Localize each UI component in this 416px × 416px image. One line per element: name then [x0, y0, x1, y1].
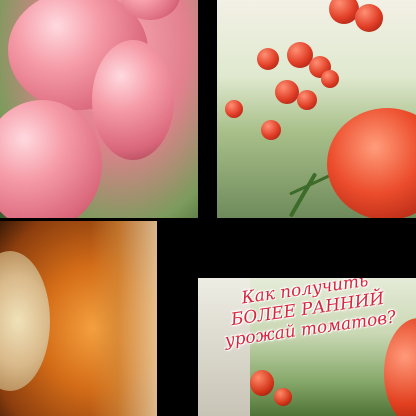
small-tomato [250, 370, 274, 396]
ad-caption: Как получить БОЛЕЕ РАННИЙ урожай томатов… [202, 278, 413, 353]
cherry-tomato [225, 100, 243, 118]
cherry-tomato [257, 48, 279, 70]
cut-pumpkin-photo [0, 221, 157, 416]
cherry-tomato [321, 70, 339, 88]
early-harvest-ad-banner: Как получить БОЛЕЕ РАННИЙ урожай томатов… [198, 278, 416, 416]
cherry-tomato [297, 90, 317, 110]
cherry-tomato [355, 4, 383, 32]
pumpkin-seed-cavity [0, 251, 50, 391]
pink-tomato [92, 40, 174, 160]
pink-tomato [0, 100, 102, 218]
small-tomato [274, 388, 292, 406]
cherry-tomato [275, 80, 299, 104]
pink-tomatoes-photo [0, 0, 198, 218]
pumpkin-rim [90, 221, 157, 416]
cherry-tomato [261, 120, 281, 140]
large-red-tomato [327, 108, 416, 218]
vine-stem [288, 172, 318, 218]
ad-red-tomato [384, 318, 416, 416]
cherry-tomato-vine-photo [217, 0, 416, 218]
